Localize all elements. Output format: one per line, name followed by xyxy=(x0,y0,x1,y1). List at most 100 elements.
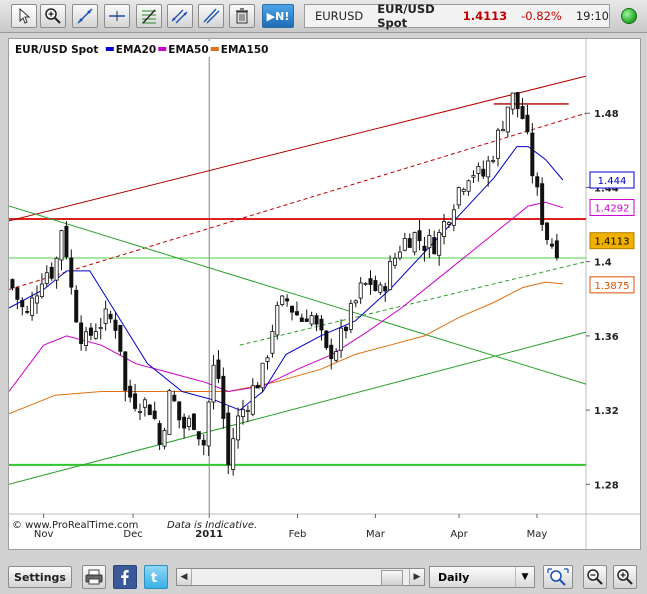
ticker-symbol: EURUSD xyxy=(315,9,364,23)
cursor-tool-button[interactable] xyxy=(11,4,37,28)
candle-body xyxy=(157,423,162,445)
candle-body xyxy=(44,272,49,284)
legend-label: EMA50 xyxy=(168,44,208,56)
candle-body xyxy=(554,240,559,259)
y-tick-label: 1.36 xyxy=(594,332,619,343)
channel-tool-button[interactable] xyxy=(167,4,193,28)
candle-body xyxy=(363,282,368,285)
x-tick-label: Mar xyxy=(366,529,386,540)
candle-body xyxy=(466,180,471,192)
candle-body xyxy=(432,237,437,255)
candle-body xyxy=(177,401,182,421)
settings-button[interactable]: Settings xyxy=(8,566,72,588)
toolbar: ▶N! EURUSD EUR/USD Spot 1.4113 -0.82% 19… xyxy=(0,0,647,33)
candle-body xyxy=(280,295,285,305)
facebook-button[interactable] xyxy=(113,565,137,589)
twitter-icon: t xyxy=(151,571,157,585)
candle-body xyxy=(260,362,265,389)
candle-body xyxy=(290,305,295,313)
candle-body xyxy=(324,330,329,349)
legend-label: EUR/USD Spot xyxy=(15,44,98,56)
candle-body xyxy=(309,315,314,325)
scroll-right-button[interactable]: ▶ xyxy=(409,569,424,585)
scroll-thumb[interactable] xyxy=(381,570,403,586)
horizontal-line-tool-button[interactable] xyxy=(104,4,130,28)
zoom-out-button[interactable] xyxy=(583,565,607,589)
period-value: Daily xyxy=(438,570,470,584)
zoom-tool-button[interactable] xyxy=(40,4,66,28)
candle-body xyxy=(10,279,15,289)
price-chart[interactable]: 1.481.441.41.361.321.28Nov Dec 2011 Feb Mar A… xyxy=(8,39,640,549)
candle-body xyxy=(221,375,226,419)
facebook-icon xyxy=(121,570,129,585)
twitter-button[interactable]: t xyxy=(144,565,168,589)
scroll-left-button[interactable]: ◀ xyxy=(177,569,192,585)
candle-body xyxy=(358,282,363,299)
candle-body xyxy=(427,234,432,249)
candle-body xyxy=(496,129,501,159)
trendline-tool-button[interactable] xyxy=(72,4,98,28)
legend-swatch xyxy=(105,47,114,51)
candle-body xyxy=(545,222,550,240)
candle-body xyxy=(510,92,515,110)
candle-body xyxy=(412,232,417,253)
ticker-price: 1.4113 xyxy=(462,9,508,23)
candle-body xyxy=(240,409,245,418)
candle-body xyxy=(442,221,447,237)
ticker-time: 19:10 xyxy=(575,9,609,23)
zoom-in-icon xyxy=(617,569,633,585)
price-label-text: 1.3875 xyxy=(595,281,630,292)
candle-body xyxy=(451,209,456,226)
time-scrollbar[interactable]: ◀ ▶ xyxy=(176,568,425,586)
x-tick-label: Apr xyxy=(450,529,468,540)
candle-body xyxy=(226,412,231,466)
candle-body xyxy=(299,317,304,322)
candle-body xyxy=(59,230,64,261)
candle-body xyxy=(294,311,299,316)
watermark-text: © www.ProRealTime.com xyxy=(12,520,138,531)
candle-body xyxy=(535,176,540,188)
fibonacci-icon xyxy=(142,9,156,24)
candle-body xyxy=(319,318,324,331)
candle-body xyxy=(270,330,275,354)
candle-body xyxy=(93,331,98,339)
candle-body xyxy=(520,106,525,119)
candle-body xyxy=(98,327,103,330)
candle-body xyxy=(456,187,461,206)
candle-body xyxy=(265,357,270,362)
candle-body xyxy=(54,257,59,281)
candle-body xyxy=(25,310,30,313)
zoom-in-button[interactable] xyxy=(613,565,637,589)
candle-body xyxy=(446,222,451,225)
candle-body xyxy=(353,300,358,304)
print-button[interactable] xyxy=(82,565,106,589)
candle-body xyxy=(402,237,407,251)
candle-body xyxy=(103,308,108,324)
live-mode-button[interactable]: ▶N! xyxy=(262,4,294,28)
svg-text:t: t xyxy=(151,571,157,585)
candle-body xyxy=(388,261,393,291)
fibonacci-tool-button[interactable] xyxy=(136,4,162,28)
candle-body xyxy=(393,257,398,266)
candle-body xyxy=(422,245,427,251)
candle-body xyxy=(540,183,545,225)
candle-body xyxy=(343,326,348,332)
candle-body xyxy=(39,283,44,297)
delete-tool-button[interactable] xyxy=(229,4,255,28)
candle-body xyxy=(216,359,221,379)
candle-body xyxy=(304,318,309,322)
candle-body xyxy=(142,399,147,408)
candle-body xyxy=(196,431,201,440)
chart-panel[interactable]: 1.48 1.44 1.4 1.36 1.32 1.28 Nov Dec 2011 Feb Mar A… xyxy=(8,38,641,550)
parallel-lines-icon xyxy=(203,8,220,24)
candle-body xyxy=(275,304,280,336)
parallel-lines-tool-button[interactable] xyxy=(198,4,224,28)
period-select[interactable]: Daily ▼ xyxy=(429,566,535,588)
indicative-note: Data is Indicative. xyxy=(167,520,257,531)
chart-legend: EUR/USD Spot EMA20 EMA50 EMA150 xyxy=(11,41,287,57)
candle-body xyxy=(182,416,187,429)
candle-body xyxy=(34,295,39,304)
candle-body xyxy=(339,327,344,351)
auto-fit-button[interactable] xyxy=(543,565,573,589)
zoom-out-icon xyxy=(587,569,603,585)
